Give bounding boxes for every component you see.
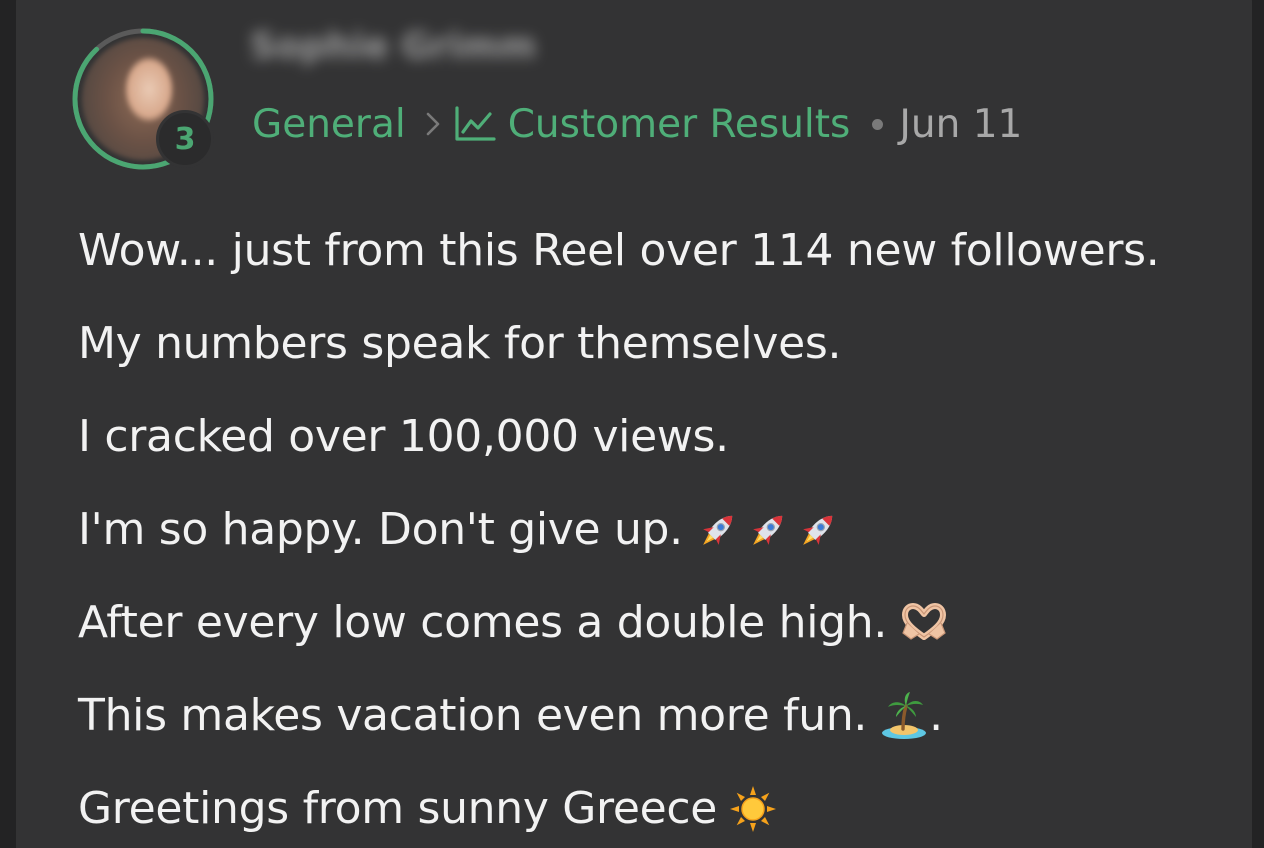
- post-line-text: I'm so happy. Don't give up.: [78, 504, 683, 555]
- level-badge: 3: [156, 110, 214, 168]
- rocket-icon: [745, 507, 791, 553]
- post-line: Wow... just from this Reel over 114 new …: [78, 204, 1258, 297]
- post-line-text: After every low comes a double high.: [78, 597, 888, 648]
- desert-island-icon: [879, 691, 929, 741]
- meta-separator-dot: [872, 118, 884, 130]
- post-line-text: Greetings from sunny Greece: [78, 783, 718, 834]
- post-line: Greetings from sunny Greece: [78, 762, 1258, 848]
- post-card: 3 Sophie Grimm General Customer Results …: [16, 0, 1252, 848]
- post-line-text: I cracked over 100,000 views.: [78, 411, 729, 462]
- heart-hands-icon: [899, 602, 949, 643]
- chevron-right-icon: [426, 112, 440, 136]
- author-name[interactable]: Sophie Grimm: [250, 26, 536, 67]
- post-date[interactable]: Jun 11: [899, 102, 1022, 147]
- avatar[interactable]: 3: [68, 24, 218, 174]
- post-line: I'm so happy. Don't give up.: [78, 483, 1258, 576]
- rocket-icon: [695, 507, 741, 553]
- breadcrumb-subcategory[interactable]: Customer Results: [508, 102, 851, 147]
- post-line: This makes vacation even more fun. .: [78, 669, 1258, 762]
- post-line: I cracked over 100,000 views.: [78, 390, 1258, 483]
- post-line: After every low comes a double high.: [78, 576, 1258, 669]
- post-line-text: Wow... just from this Reel over 114 new …: [78, 225, 1160, 276]
- post-line-text: My numbers speak for themselves.: [78, 318, 842, 369]
- breadcrumb-category[interactable]: General: [252, 102, 406, 147]
- rocket-icon: [795, 507, 841, 553]
- post-meta: General Customer Results Jun 11: [252, 98, 1022, 150]
- sun-icon: [729, 785, 777, 833]
- post-line-text: This makes vacation even more fun.: [78, 690, 868, 741]
- post-line: My numbers speak for themselves.: [78, 297, 1258, 390]
- post-body: Wow... just from this Reel over 114 new …: [78, 204, 1258, 848]
- line-chart-icon: [454, 106, 496, 142]
- post-line-suffix: .: [929, 690, 943, 741]
